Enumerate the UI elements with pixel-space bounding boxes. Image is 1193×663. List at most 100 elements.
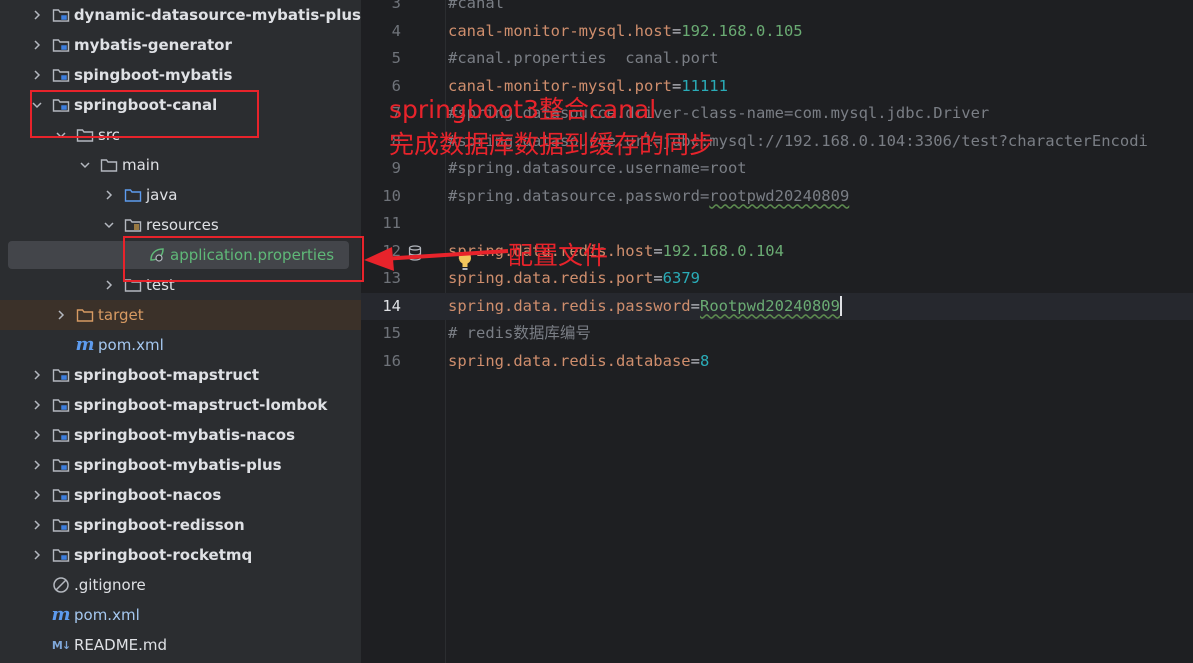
chevron-right-icon[interactable] — [30, 38, 44, 52]
equals-sign: = — [671, 76, 682, 95]
tree-item[interactable]: springboot-mapstruct — [0, 360, 361, 390]
tree-item[interactable]: springboot-rocketmq — [0, 540, 361, 570]
tree-item[interactable]: main — [0, 150, 361, 180]
code-line[interactable]: 16 spring.data.redis.database=8 — [361, 348, 1193, 375]
tree-item-label: mybatis-generator — [74, 36, 232, 54]
code-text: canal-monitor-mysql.host=192.168.0.105 — [448, 18, 803, 45]
tree-item[interactable]: java — [0, 180, 361, 210]
line-number: 12 — [382, 241, 401, 260]
tree-item[interactable]: .gitignore — [0, 570, 361, 600]
line-number: 13 — [382, 269, 401, 287]
source-folder-icon — [124, 186, 142, 204]
tree-item-label: README.md — [74, 636, 168, 654]
resources-folder-icon — [124, 216, 142, 234]
tree-item-label: springboot-mybatis-plus — [74, 456, 282, 474]
line-number: 15 — [382, 324, 401, 342]
module-folder-icon — [52, 66, 70, 84]
tree-item-label: springboot-rocketmq — [74, 546, 253, 564]
tree-item[interactable]: spingboot-mybatis — [0, 60, 361, 90]
property-key: spring.data.redis.database — [448, 351, 691, 370]
module-folder-icon — [52, 366, 70, 384]
tree-item[interactable]: springboot-redisson — [0, 510, 361, 540]
tree-item[interactable]: springboot-mapstruct-lombok — [0, 390, 361, 420]
tree-item[interactable]: springboot-nacos — [0, 480, 361, 510]
tree-item-label: main — [122, 156, 160, 174]
property-key: canal-monitor-mysql.host — [448, 21, 672, 40]
tree-item-label: springboot-mapstruct-lombok — [74, 396, 328, 414]
maven-icon: m — [51, 604, 71, 625]
equals-sign: = — [690, 296, 700, 315]
line-number: 4 — [391, 21, 401, 40]
property-value: 11111 — [681, 76, 728, 95]
chevron-right-icon[interactable] — [30, 68, 44, 82]
tree-item[interactable]: springboot-mybatis-plus — [0, 450, 361, 480]
line-number: 14 — [382, 296, 401, 315]
comment-text: #spring.datasource.username=root — [448, 159, 747, 177]
chevron-right-icon[interactable] — [30, 398, 44, 412]
tree-item[interactable]: mybatis-generator — [0, 30, 361, 60]
tree-item-label: dynamic-datasource-mybatis-plus — [73, 6, 361, 24]
text-caret — [839, 296, 842, 316]
tree-item-label: .gitignore — [74, 576, 146, 594]
code-text: # redis数据库编号 — [448, 320, 591, 347]
chevron-right-icon[interactable] — [30, 458, 44, 472]
code-line[interactable]: 3 #canal — [361, 0, 1193, 17]
code-text: #spring.datasource.password=rootpwd20240… — [448, 183, 849, 210]
chevron-right-icon[interactable] — [30, 368, 44, 382]
line-number: 3 — [391, 0, 401, 12]
tree-item[interactable]: M↓ README.md — [0, 630, 361, 660]
lightbulb-icon[interactable] — [458, 251, 472, 280]
tree-item-label: springboot-redisson — [74, 516, 245, 534]
code-line[interactable]: 15 # redis数据库编号 — [361, 320, 1193, 347]
module-folder-icon — [52, 456, 70, 474]
tree-item[interactable]: target — [0, 300, 361, 330]
property-value: Rootpwd20240809 — [699, 296, 840, 315]
tree-item-label: java — [146, 186, 178, 204]
chevron-down-icon[interactable] — [78, 158, 92, 172]
code-line[interactable]: 13 spring.data.redis.port=6379 — [361, 252, 1193, 292]
chevron-right-icon[interactable] — [102, 188, 116, 202]
property-value: 8 — [699, 351, 710, 370]
chevron-right-icon[interactable] — [54, 308, 68, 322]
code-line[interactable]: 10 #spring.datasource.password=rootpwd202… — [361, 183, 1193, 210]
comment-text: #spring.datasource.password= — [448, 186, 710, 205]
equals-sign: = — [653, 269, 663, 287]
annotation-title-line2: 完成数据库数据到缓存的同步 — [389, 130, 715, 159]
chevron-right-icon[interactable] — [30, 488, 44, 502]
comment-text: # redis数据库编号 — [448, 324, 591, 342]
property-value: 192.168.0.104 — [662, 241, 784, 260]
markdown-icon: M↓ — [51, 638, 71, 652]
tree-item[interactable]: springboot-mybatis-nacos — [0, 420, 361, 450]
code-line[interactable]: 4 canal-monitor-mysql.host=192.168.0.105 — [361, 18, 1193, 45]
gitignore-icon — [52, 576, 70, 594]
chevron-right-icon[interactable] — [30, 8, 44, 22]
line-number: 16 — [382, 351, 401, 370]
chevron-right-icon[interactable] — [102, 278, 116, 292]
chevron-right-icon[interactable] — [30, 518, 44, 532]
tree-item[interactable]: dynamic-datasource-mybatis-plus — [0, 0, 361, 30]
code-line[interactable]: 14 spring.data.redis.password=Rootpwd2024… — [361, 292, 1193, 320]
module-folder-icon — [52, 546, 70, 564]
code-text: spring.data.redis.host=192.168.0.104 — [448, 238, 784, 265]
code-text: #canal — [448, 0, 504, 17]
tree-item[interactable]: m pom.xml — [0, 600, 361, 630]
equals-sign: = — [690, 351, 700, 370]
code-text: spring.data.redis.database=8 — [448, 348, 709, 375]
equals-sign: = — [671, 21, 682, 40]
maven-icon: m — [75, 334, 95, 355]
comment-text-typo: rootpwd20240809 — [709, 186, 850, 205]
tree-item-label: pom.xml — [74, 606, 140, 624]
code-line[interactable]: 12 spring.data.redis.host=192.168.0.104 — [361, 238, 1193, 265]
chevron-down-icon[interactable] — [102, 218, 116, 232]
chevron-right-icon[interactable] — [30, 428, 44, 442]
tree-item-label: springboot-mapstruct — [74, 366, 260, 384]
annotation-title-line1: springboot3整合canal — [389, 95, 657, 124]
tree-item[interactable]: m pom.xml — [0, 330, 361, 360]
module-folder-icon — [52, 516, 70, 534]
chevron-right-icon[interactable] — [30, 548, 44, 562]
code-line[interactable]: 5 #canal.properties canal.port — [361, 45, 1193, 72]
code-line[interactable]: 11 — [361, 210, 1193, 237]
